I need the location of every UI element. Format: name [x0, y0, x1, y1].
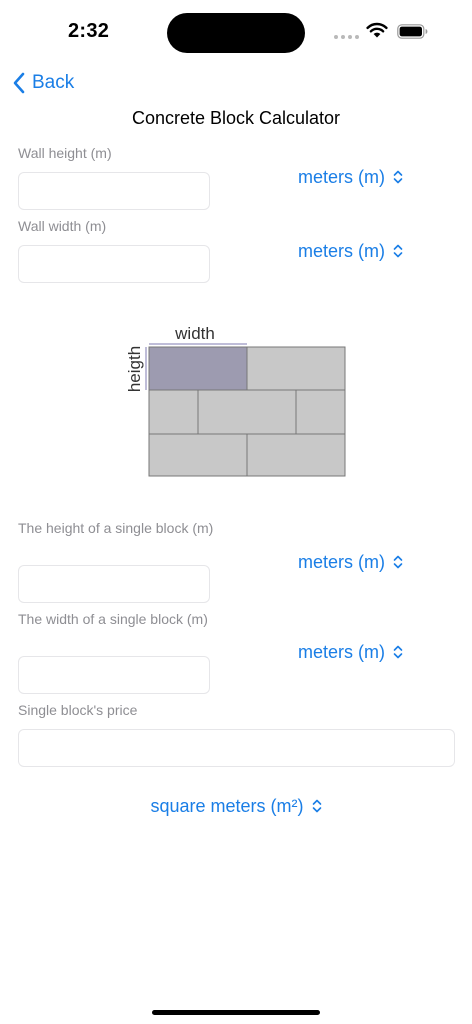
wall-width-input[interactable]: [18, 245, 210, 283]
screen: 2:32 Back Concrete Block Calculator Wall…: [0, 0, 472, 1024]
wall-height-label: Wall height (m): [18, 145, 112, 161]
status-time: 2:32: [68, 20, 110, 42]
chevron-up-down-icon: [312, 799, 321, 813]
cellular-signal-icon: [334, 35, 359, 39]
block-width-unit-label: meters (m): [298, 641, 385, 662]
height-dimension-label: heigth: [125, 346, 144, 392]
highlighted-block: [148, 346, 248, 391]
block-height-unit-label: meters (m): [298, 551, 385, 572]
width-dimension-label: width: [174, 324, 215, 343]
wall-height-unit-picker[interactable]: meters (m): [298, 165, 403, 189]
wall-block: [148, 389, 199, 435]
block-height-input[interactable]: [18, 565, 210, 603]
battery-icon: [397, 24, 428, 39]
home-indicator[interactable]: [152, 1010, 320, 1015]
chevron-up-down-icon: [393, 244, 403, 258]
block-height-unit-picker[interactable]: meters (m): [298, 550, 403, 574]
block-price-input[interactable]: [18, 729, 455, 767]
dynamic-island: [167, 13, 305, 53]
wall-block: [246, 346, 346, 391]
block-width-unit-picker[interactable]: meters (m): [298, 640, 403, 664]
chevron-up-down-icon: [393, 555, 403, 569]
wall-height-input[interactable]: [18, 172, 210, 210]
back-button[interactable]: Back: [12, 70, 74, 96]
area-unit-label: square meters (m²): [150, 795, 304, 816]
block-price-label: Single block's price: [18, 702, 138, 718]
wall-block: [148, 433, 248, 477]
chevron-left-icon: [13, 72, 25, 94]
block-width-label: The width of a single block (m): [18, 611, 208, 627]
chevron-up-down-icon: [393, 645, 403, 659]
block-height-label: The height of a single block (m): [18, 520, 214, 536]
wall-height-unit-label: meters (m): [298, 166, 385, 187]
wall-width-unit-picker[interactable]: meters (m): [298, 239, 403, 263]
wall-width-unit-label: meters (m): [298, 240, 385, 261]
wall-block: [295, 389, 346, 435]
wall-block: [246, 433, 346, 477]
wall-block: [197, 389, 297, 435]
wall-width-label: Wall width (m): [18, 218, 107, 234]
chevron-up-down-icon: [393, 170, 403, 184]
block-wall-diagram: width heigth: [125, 324, 346, 477]
area-unit-picker[interactable]: square meters (m²): [0, 794, 472, 818]
page-title: Concrete Block Calculator: [131, 108, 341, 128]
block-width-input[interactable]: [18, 656, 210, 694]
back-label: Back: [32, 72, 75, 93]
wifi-icon: [366, 22, 388, 38]
